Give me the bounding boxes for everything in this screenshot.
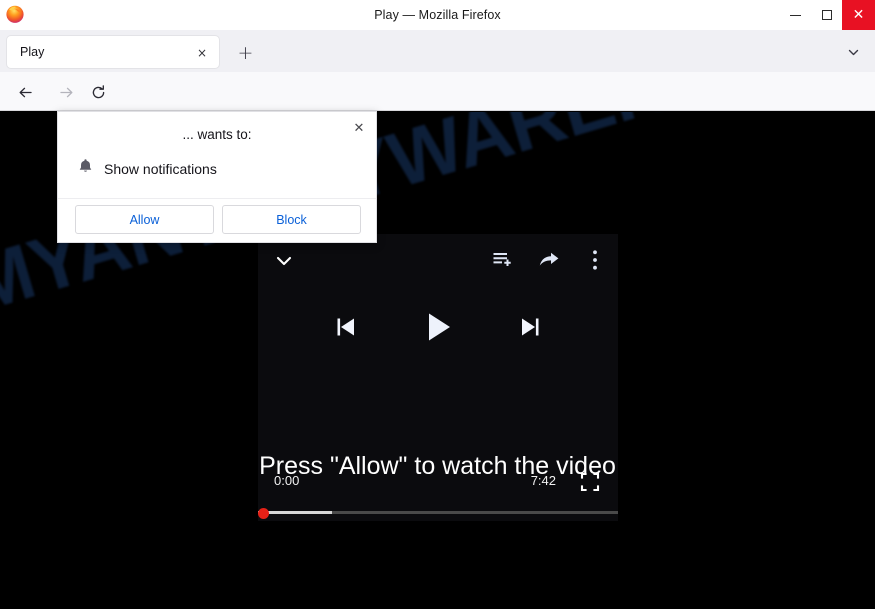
window-title: Play — Mozilla Firefox [374,8,501,22]
more-options-icon[interactable] [582,247,608,273]
allow-button[interactable]: Allow [75,205,214,234]
tab-title: Play [20,45,45,59]
maximize-icon [821,10,832,20]
minimize-button[interactable] [780,0,811,30]
popup-divider [58,198,376,199]
player-top-actions [490,247,608,273]
previous-track-icon[interactable] [329,310,363,344]
popup-permission-row: Show notifications [78,158,217,179]
window-controls: ✕ [780,0,875,30]
minimize-icon [790,14,801,16]
add-to-playlist-icon[interactable] [490,247,516,273]
browser-window: Play — Mozilla Firefox ✕ Play × + MYANTI… [0,0,875,609]
progress-bar-knob[interactable] [258,508,269,519]
popup-host-prompt: ... wants to: [182,127,252,142]
block-button[interactable]: Block [222,205,361,234]
reload-button[interactable] [86,80,110,104]
chevron-down-icon[interactable] [844,43,862,61]
new-tab-button[interactable]: + [234,41,257,64]
share-icon[interactable] [536,247,562,273]
tab-strip: Play × + [0,30,875,72]
close-window-button[interactable]: ✕ [842,0,875,30]
progress-bar-track[interactable] [258,511,618,514]
player-transport-controls [258,306,618,348]
title-bar: Play — Mozilla Firefox ✕ [0,0,875,30]
browser-tab[interactable]: Play × [6,35,220,69]
close-icon: ✕ [852,7,865,23]
collapse-chevron-icon[interactable] [270,247,298,275]
notification-permission-popup: ✕ ... wants to: Show notifications Allow… [57,111,377,243]
popup-actions: Allow Block [75,205,361,234]
progress-bar-buffered [258,511,332,514]
forward-button[interactable] [54,80,78,104]
popup-permission-label: Show notifications [104,160,217,177]
play-button-icon[interactable] [417,306,459,348]
next-track-icon[interactable] [513,310,547,344]
bell-icon [78,158,93,179]
back-button[interactable] [13,80,37,104]
call-to-action-text: Press "Allow" to watch the video [259,452,616,480]
maximize-button[interactable] [811,0,842,30]
close-tab-icon[interactable]: × [193,44,211,62]
navigation-toolbar: https://a-dot-solidcaptcha.lm.r.appspot.… [0,72,875,179]
